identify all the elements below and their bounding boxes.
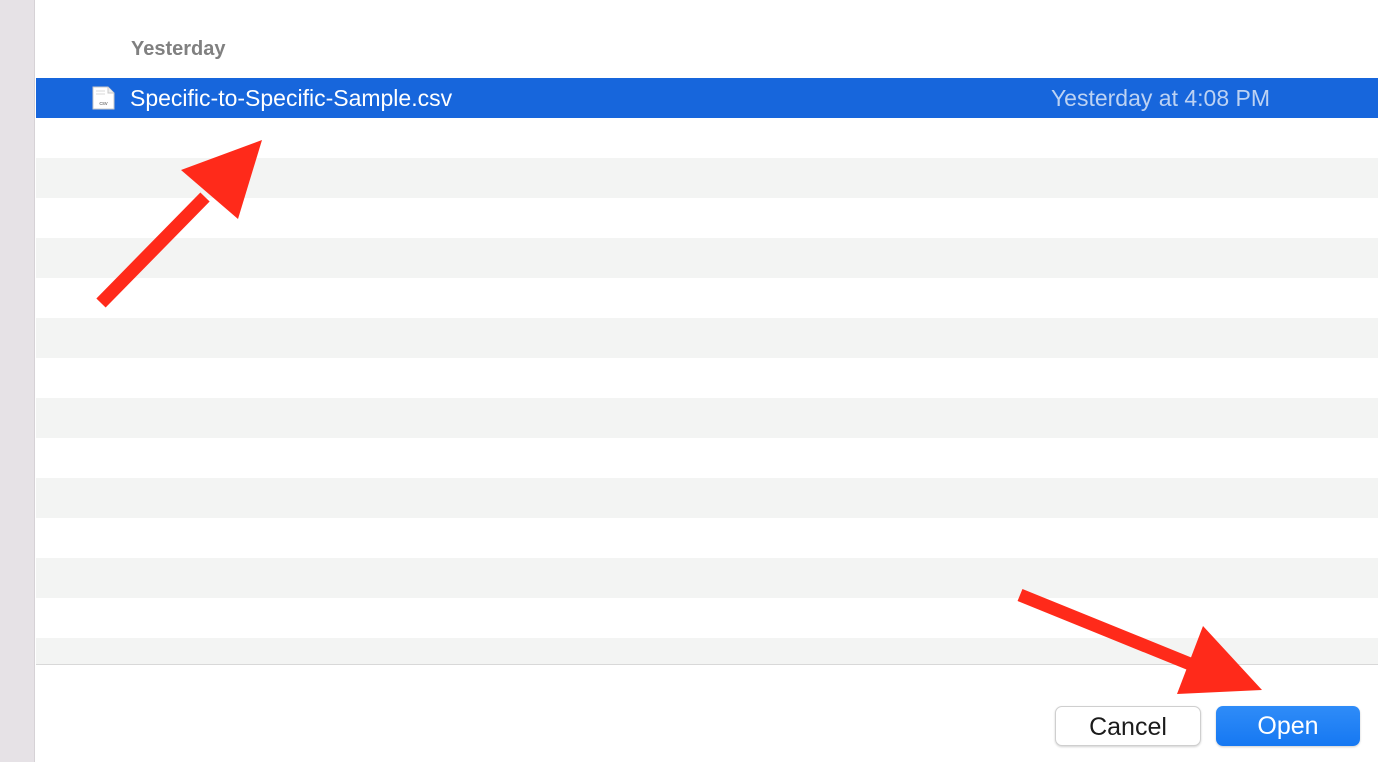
empty-row-stripe: [36, 238, 1378, 278]
empty-row-stripe: [36, 158, 1378, 198]
file-name: Specific-to-Specific-Sample.csv: [130, 85, 453, 111]
file-date-modified: Yesterday at 4:08 PM: [1050, 85, 1270, 111]
sidebar-edge: [0, 0, 35, 762]
file-browser-list: Yesterday csv Specific-to-Specific-Sampl…: [36, 0, 1378, 665]
empty-row-stripe: [36, 558, 1378, 598]
empty-row-stripe: [36, 318, 1378, 358]
section-header-yesterday: Yesterday: [131, 38, 226, 60]
csv-file-icon: csv: [92, 86, 115, 110]
dialog-footer: Cancel Open: [36, 665, 1378, 762]
open-button[interactable]: Open: [1216, 706, 1360, 746]
empty-row-stripe: [36, 478, 1378, 518]
empty-row-stripe: [36, 638, 1378, 665]
cancel-button[interactable]: Cancel: [1055, 706, 1201, 746]
csv-icon-label: csv: [99, 101, 108, 107]
selected-file-row[interactable]: csv Specific-to-Specific-Sample.csv Yest…: [36, 78, 1378, 118]
empty-row-stripe: [36, 398, 1378, 438]
